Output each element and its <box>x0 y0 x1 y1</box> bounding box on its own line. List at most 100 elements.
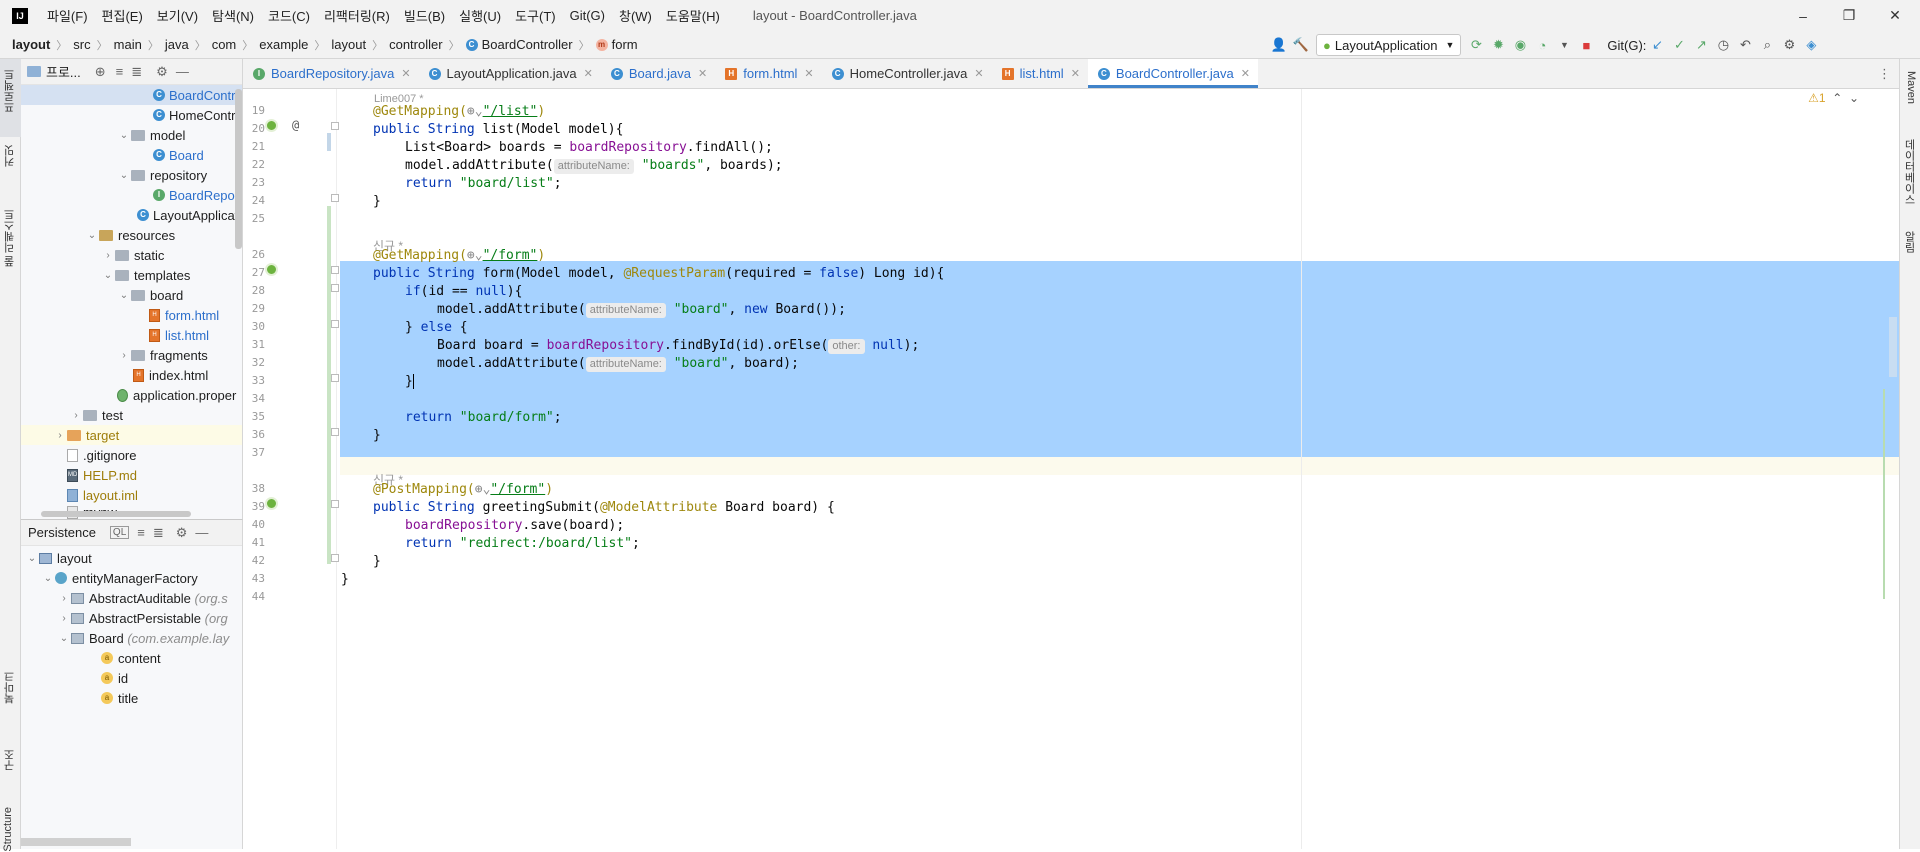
chevron-right-icon[interactable]: › <box>117 350 131 361</box>
code-line-42[interactable]: } <box>373 551 381 573</box>
fold-marker-icon[interactable] <box>331 554 339 562</box>
menu-build[interactable]: 빌드(B) <box>397 6 452 25</box>
chevron-right-icon[interactable]: › <box>53 430 67 441</box>
persistence-item-emf[interactable]: ⌄ entityManagerFactory <box>41 568 198 588</box>
chevron-down-icon[interactable]: ⌄ <box>117 170 131 181</box>
chevron-right-icon[interactable]: › <box>69 410 83 421</box>
code-line-33[interactable]: } <box>405 371 414 393</box>
search-icon[interactable]: ⌕ <box>1756 34 1778 56</box>
project-tool-button[interactable]: 프로젝트 <box>2 69 18 113</box>
tree-item-layoutapplication[interactable]: C LayoutApplicat <box>137 205 238 225</box>
collapse-all-icon[interactable]: ≣ <box>131 64 142 80</box>
history-icon[interactable]: ◷ <box>1712 34 1734 56</box>
persistence-item-layout[interactable]: ⌄ layout <box>25 548 92 568</box>
tab-layoutapplication[interactable]: C LayoutApplication.java ✕ <box>419 59 601 88</box>
tab-boardrepository[interactable]: I BoardRepository.java ✕ <box>243 59 419 88</box>
chevron-right-icon[interactable]: › <box>101 250 115 261</box>
fold-marker-icon[interactable] <box>331 428 339 436</box>
tab-board[interactable]: C Board.java ✕ <box>601 59 715 88</box>
rerun-icon[interactable]: ⟳ <box>1465 34 1487 56</box>
persistence-attr-title[interactable]: a title <box>101 688 138 708</box>
menu-git[interactable]: Git(G) <box>563 8 612 23</box>
settings-gear-icon[interactable]: ⚙ <box>176 525 188 541</box>
menu-code[interactable]: 코드(C) <box>261 6 317 25</box>
tree-item-application-properties[interactable]: application.proper <box>117 385 236 405</box>
menu-run[interactable]: 실행(U) <box>452 6 508 25</box>
user-icon[interactable]: 👤 <box>1268 34 1290 56</box>
vcs-modified-marker[interactable] <box>327 133 331 151</box>
code-editor[interactable]: ⚠1 ⌃ ⌄ 181920212223242526272829303132333… <box>243 89 1899 849</box>
horizontal-scrollbar[interactable] <box>21 838 131 846</box>
chevron-down-icon[interactable]: ⌄ <box>101 270 115 281</box>
close-icon[interactable]: ✕ <box>584 67 593 80</box>
close-icon[interactable]: ✕ <box>974 67 983 80</box>
spring-endpoint-icon[interactable] <box>265 497 278 510</box>
chevron-right-icon[interactable]: › <box>57 613 71 624</box>
close-window-button[interactable]: ✕ <box>1872 0 1918 31</box>
tree-item-help-md[interactable]: MD HELP.md <box>67 465 137 485</box>
tree-item-model[interactable]: ⌄ model <box>117 125 186 145</box>
settings-gear-icon[interactable]: ⚙ <box>1778 34 1800 56</box>
breadcrumb-com[interactable]: com <box>212 37 237 52</box>
code-line-35[interactable]: return "board/form"; <box>405 407 562 429</box>
code-line-32[interactable]: model.addAttribute(attributeName: "board… <box>437 353 799 375</box>
more-tabs-icon[interactable]: ⋮ <box>1878 66 1891 82</box>
fold-marker-icon[interactable] <box>331 320 339 328</box>
close-icon[interactable]: ✕ <box>1241 67 1250 80</box>
breadcrumb-project[interactable]: layout <box>12 37 50 52</box>
rollback-icon[interactable]: ↶ <box>1734 34 1756 56</box>
fold-marker-icon[interactable] <box>331 284 339 292</box>
code-line-43[interactable]: } <box>341 569 349 591</box>
tree-item-repository[interactable]: ⌄ repository <box>117 165 207 185</box>
tree-item-list-html[interactable]: Hlist.html <box>149 325 209 345</box>
menu-tools[interactable]: 도구(T) <box>508 6 563 25</box>
vertical-scrollbar[interactable] <box>235 89 242 249</box>
fold-marker-icon[interactable] <box>331 122 339 130</box>
bookmarks-tool-button[interactable]: 북마크 <box>2 671 18 704</box>
breadcrumb-method[interactable]: form <box>612 37 638 52</box>
code-line-41[interactable]: return "redirect:/board/list"; <box>405 533 640 555</box>
run-config-select[interactable]: ● LayoutApplication ▼ <box>1316 34 1462 56</box>
tab-form-html[interactable]: Hform.html ✕ <box>715 59 821 88</box>
persistence-item-abstractpersistable[interactable]: › AbstractPersistable (org <box>57 608 227 628</box>
menu-refactor[interactable]: 리팩터링(R) <box>317 6 397 25</box>
menu-file[interactable]: 파일(F) <box>40 6 95 25</box>
tree-item-fragments[interactable]: › fragments <box>117 345 207 365</box>
persistence-attr-id[interactable]: a id <box>101 668 128 688</box>
fold-marker-icon[interactable] <box>331 266 339 274</box>
fold-marker-icon[interactable] <box>331 500 339 508</box>
persistence-item-abstractauditable[interactable]: › AbstractAuditable (org.s <box>57 588 227 608</box>
vcs-added-marker[interactable] <box>327 206 331 564</box>
tree-item-form-html[interactable]: Hform.html <box>149 305 219 325</box>
breadcrumb-example[interactable]: example <box>259 37 308 52</box>
git-push-icon[interactable]: ↗ <box>1690 34 1712 56</box>
code-line-36[interactable]: } <box>373 425 381 447</box>
git-commit-icon[interactable]: ✓ <box>1668 34 1690 56</box>
persistence-item-board[interactable]: ⌄ Board (com.example.lay <box>57 628 229 648</box>
chevron-down-icon[interactable]: ⌄ <box>57 633 71 644</box>
fold-marker-icon[interactable] <box>331 194 339 202</box>
tree-item-boardcontroller[interactable]: C BoardContr <box>21 85 242 105</box>
git-update-icon[interactable]: ↙ <box>1646 34 1668 56</box>
menu-help[interactable]: 도움말(H) <box>659 6 727 25</box>
chevron-down-icon[interactable]: ⌄ <box>117 290 131 301</box>
code-line-23[interactable]: return "board/list"; <box>405 173 562 195</box>
more-run-chevron-icon[interactable]: ▼ <box>1553 34 1575 56</box>
settings-gear-icon[interactable]: ⚙ <box>156 64 168 80</box>
chevron-down-icon[interactable]: ⌄ <box>41 573 55 584</box>
ql-console-icon[interactable]: QL <box>109 526 130 539</box>
structure-kr-tool-button[interactable]: 구조 <box>2 749 18 771</box>
tree-item-templates[interactable]: ⌄ templates <box>101 265 191 285</box>
chevron-down-icon[interactable]: ⌄ <box>85 230 99 241</box>
hide-panel-icon[interactable]: — <box>176 64 189 79</box>
tree-item-gitignore[interactable]: .gitignore <box>67 445 136 465</box>
profile-icon[interactable]: ◔ <box>1531 34 1553 56</box>
spring-endpoint-icon[interactable] <box>265 263 278 276</box>
breadcrumb-class[interactable]: BoardController <box>482 37 573 52</box>
menu-edit[interactable]: 편집(E) <box>95 6 150 25</box>
chevron-down-icon[interactable]: ⌄ <box>117 130 131 141</box>
breadcrumb-main[interactable]: main <box>114 37 142 52</box>
chevron-down-icon[interactable]: ⌄ <box>25 553 39 564</box>
tab-homecontroller[interactable]: C HomeController.java ✕ <box>822 59 992 88</box>
tree-item-boardrepository[interactable]: I BoardRepos <box>153 185 241 205</box>
